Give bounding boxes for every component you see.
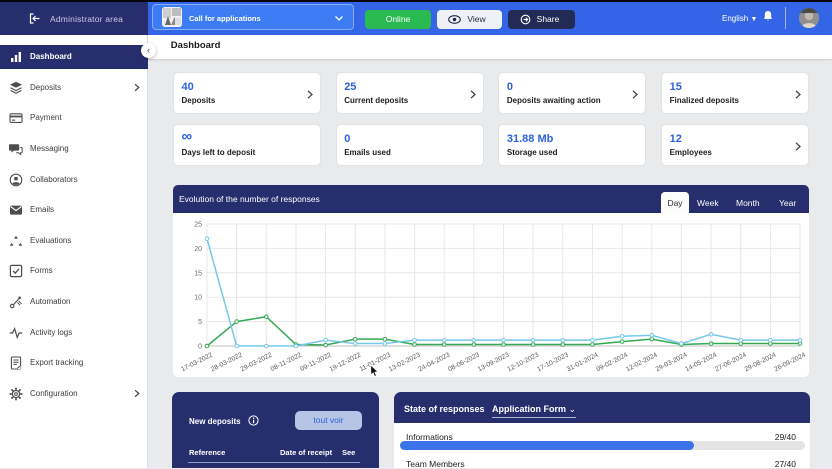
svg-text:14-05-2024: 14-05-2024 (684, 351, 718, 373)
svg-text:0: 0 (198, 344, 202, 351)
svg-text:29-03-2022: 29-03-2022 (240, 351, 274, 373)
svg-text:09-11-2022: 09-11-2022 (299, 351, 332, 373)
svg-text:09-02-2024: 09-02-2024 (595, 351, 629, 373)
svg-text:08-11-2022: 08-11-2022 (270, 351, 303, 373)
svg-text:17-10-2023: 17-10-2023 (536, 351, 570, 373)
svg-text:28-03-2022: 28-03-2022 (210, 351, 244, 373)
svg-text:15: 15 (194, 270, 202, 277)
svg-text:26-09-2024: 26-09-2024 (773, 351, 807, 373)
svg-text:27-06-2024: 27-06-2024 (714, 351, 748, 373)
svg-text:19-12-2022: 19-12-2022 (328, 351, 362, 373)
svg-text:13-09-2023: 13-09-2023 (477, 351, 511, 373)
svg-text:5: 5 (198, 319, 202, 326)
svg-text:12-10-2023: 12-10-2023 (506, 351, 540, 373)
svg-text:10: 10 (194, 295, 202, 302)
svg-text:24-04-2023: 24-04-2023 (417, 351, 451, 373)
svg-text:08-06-2023: 08-06-2023 (447, 351, 481, 373)
svg-text:13-02-2023: 13-02-2023 (388, 351, 422, 373)
svg-text:20: 20 (194, 246, 202, 253)
svg-text:25: 25 (194, 222, 202, 229)
svg-text:17-03-2022: 17-03-2022 (180, 351, 214, 373)
svg-text:29-08-2024: 29-08-2024 (744, 351, 778, 373)
svg-text:31-01-2024: 31-01-2024 (566, 351, 600, 373)
svg-text:29-03-2024: 29-03-2024 (655, 351, 689, 373)
svg-text:12-02-2024: 12-02-2024 (625, 351, 659, 373)
